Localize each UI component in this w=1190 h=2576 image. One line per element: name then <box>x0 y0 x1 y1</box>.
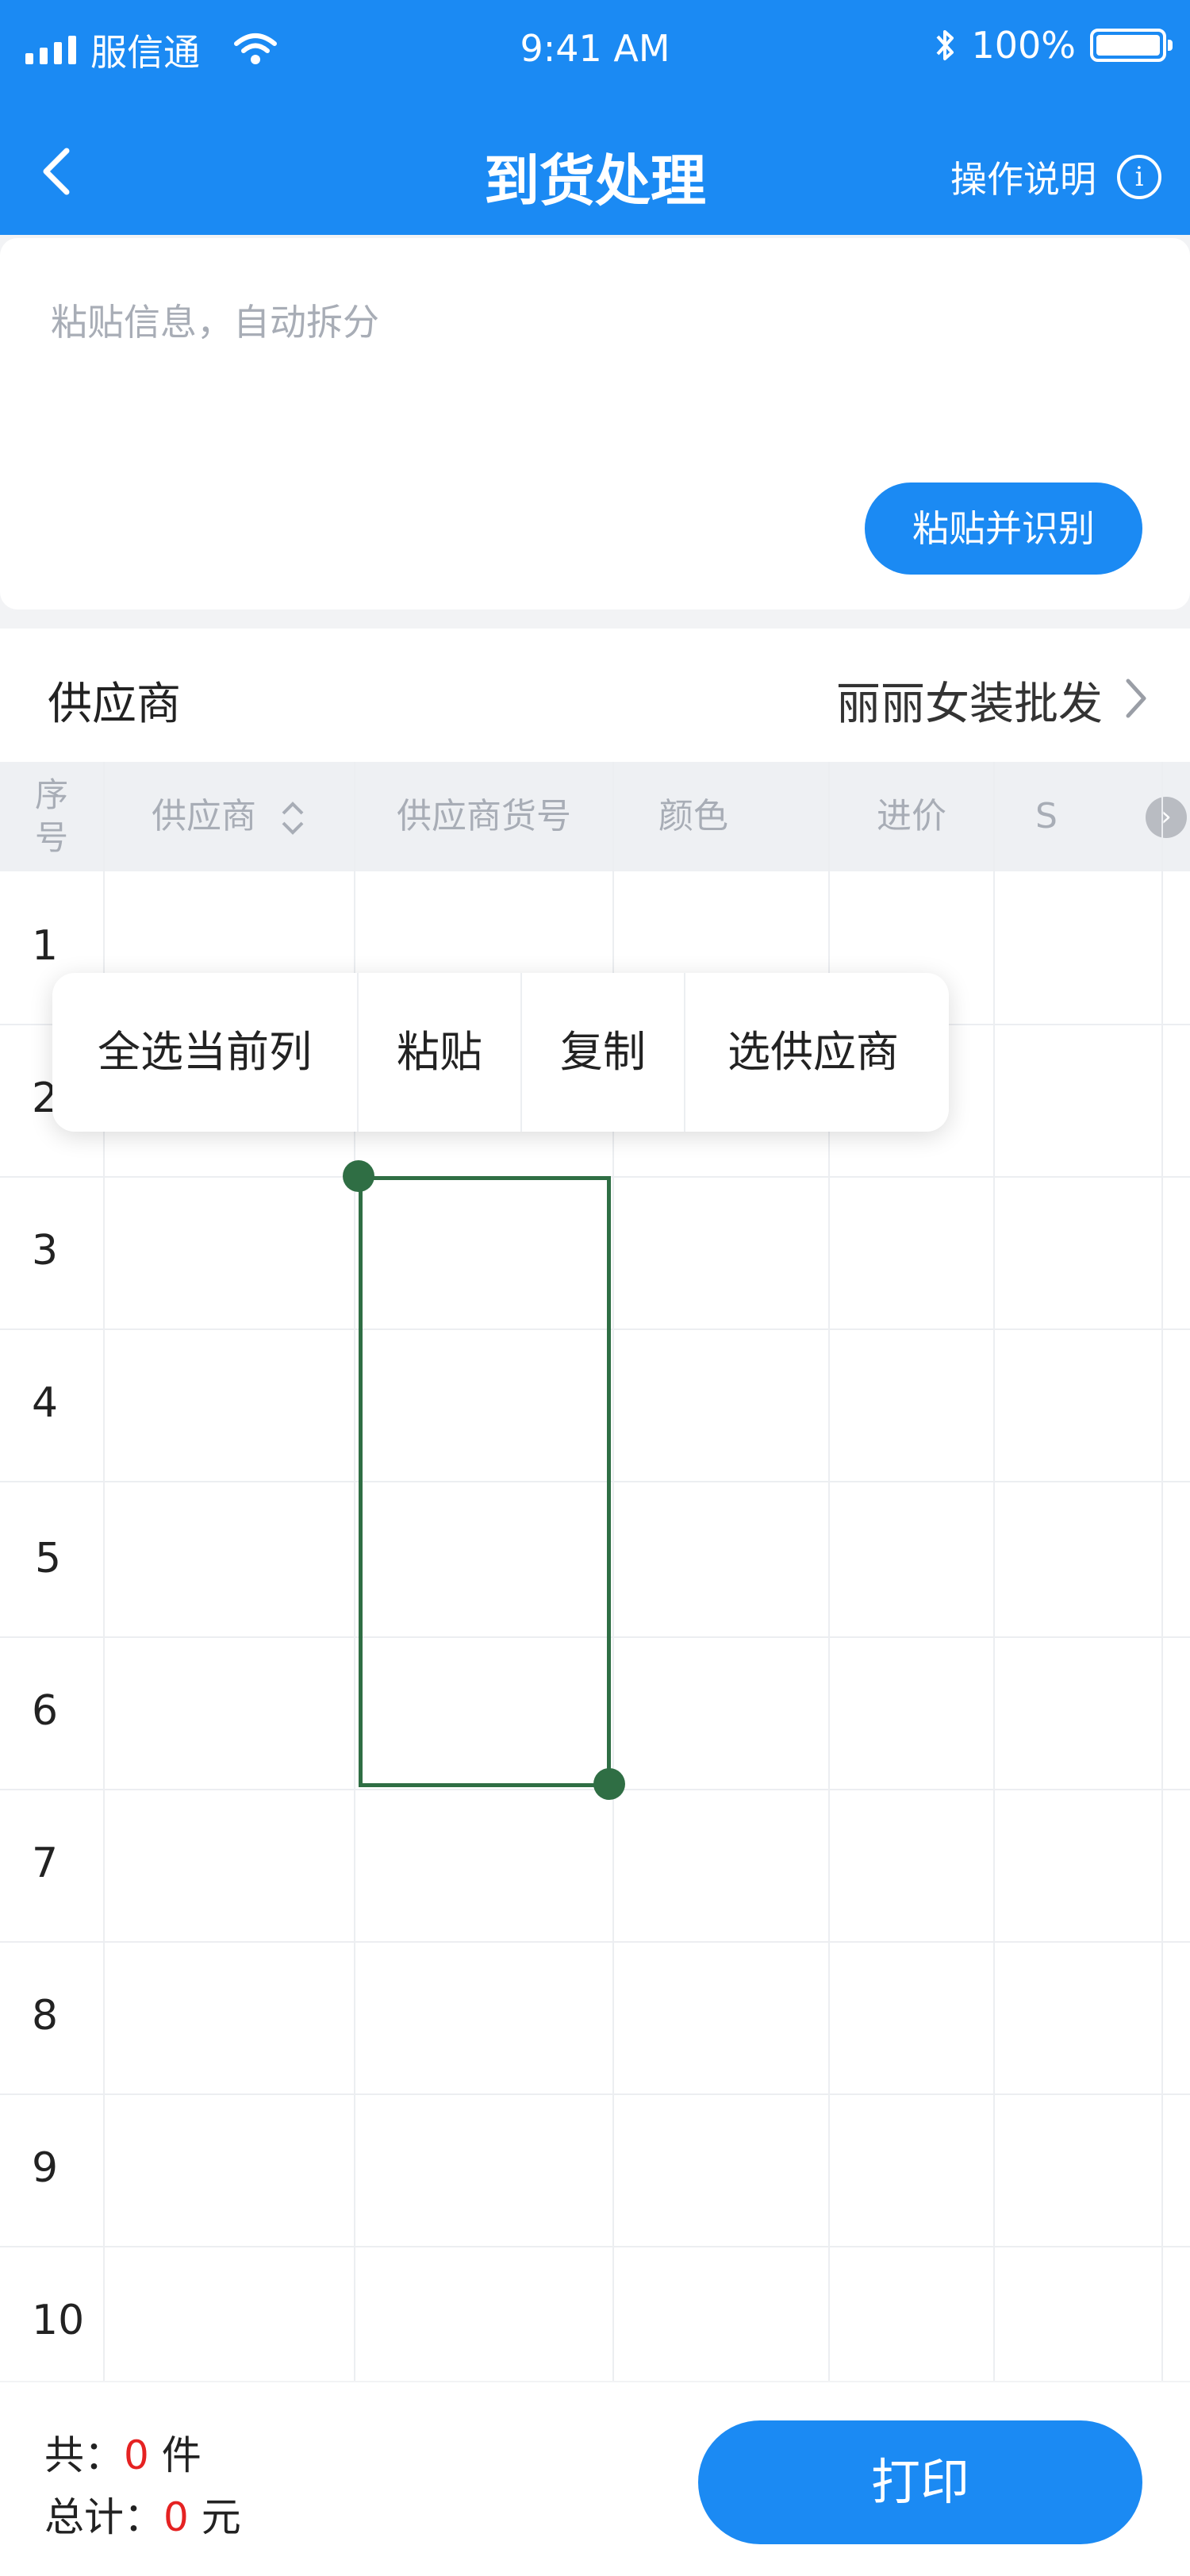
header-supplier-code[interactable]: 供应商货号 <box>355 762 612 871</box>
supplier-value[interactable]: 丽丽女装批发 <box>836 668 1103 732</box>
paste-input[interactable]: 粘贴信息，自动拆分 <box>51 294 379 346</box>
row-index: 5 <box>35 1535 62 1582</box>
status-right: 100% <box>935 24 1173 67</box>
header-supplier-label: 供应商 <box>152 796 256 836</box>
bluetooth-icon <box>936 30 954 60</box>
row-index: 3 <box>32 1227 59 1275</box>
column-divider <box>1161 762 1163 2381</box>
scroll-right-icon[interactable]: › <box>1146 797 1187 838</box>
supplier-label: 供应商 <box>48 679 181 730</box>
help-link[interactable]: 操作说明 i <box>950 151 1161 203</box>
header-index-label: 序号 <box>34 775 68 857</box>
count-prefix: 共： <box>44 2432 124 2478</box>
help-label[interactable]: 操作说明 <box>950 151 1096 203</box>
header-supplier[interactable]: 供应商 <box>105 762 354 871</box>
battery-percent: 100% <box>971 24 1076 67</box>
header-price[interactable]: 进价 <box>830 762 993 871</box>
row-divider <box>0 2246 1190 2247</box>
sort-icon[interactable] <box>278 796 307 840</box>
column-divider <box>993 762 995 2381</box>
header-color[interactable]: 颜色 <box>614 762 773 871</box>
chevron-right-icon[interactable] <box>1122 675 1150 722</box>
menu-copy[interactable]: 复制 <box>522 973 684 1132</box>
count-value: 0 <box>124 2432 149 2478</box>
menu-select-column[interactable]: 全选当前列 <box>52 973 357 1132</box>
total-amount: 总计：0 元 <box>44 2486 241 2543</box>
total-value: 0 <box>163 2494 189 2540</box>
info-icon[interactable]: i <box>1117 155 1161 199</box>
print-button[interactable]: 打印 <box>698 2420 1142 2544</box>
row-index: 6 <box>32 1687 59 1735</box>
total-unit: 元 <box>201 2494 241 2540</box>
row-index: 7 <box>32 1840 59 1887</box>
menu-choose-supplier[interactable]: 选供应商 <box>685 973 941 1132</box>
row-index: 4 <box>32 1379 59 1427</box>
battery-icon <box>1090 29 1173 62</box>
context-menu: 全选当前列 粘贴 复制 选供应商 <box>52 973 949 1132</box>
selection-start-handle[interactable] <box>343 1160 374 1192</box>
count-unit: 件 <box>161 2432 202 2478</box>
header-size[interactable]: S <box>995 762 1098 871</box>
row-index: 8 <box>32 1992 59 2040</box>
total-prefix: 总计： <box>44 2494 163 2540</box>
row-divider <box>0 1941 1190 1943</box>
header-index: 序号 <box>0 762 103 871</box>
row-index: 1 <box>32 922 59 970</box>
row-divider <box>0 2093 1190 2095</box>
selection-end-handle[interactable] <box>593 1768 625 1800</box>
status-bar: 服信通 9:41 AM 100% <box>0 0 1190 103</box>
menu-paste[interactable]: 粘贴 <box>359 973 520 1132</box>
selection-range[interactable] <box>359 1176 611 1787</box>
item-count: 共：0 件 <box>44 2424 202 2481</box>
paste-recognize-button[interactable]: 粘贴并识别 <box>865 483 1142 575</box>
row-index: 9 <box>32 2144 59 2192</box>
row-index: 10 <box>32 2297 85 2344</box>
